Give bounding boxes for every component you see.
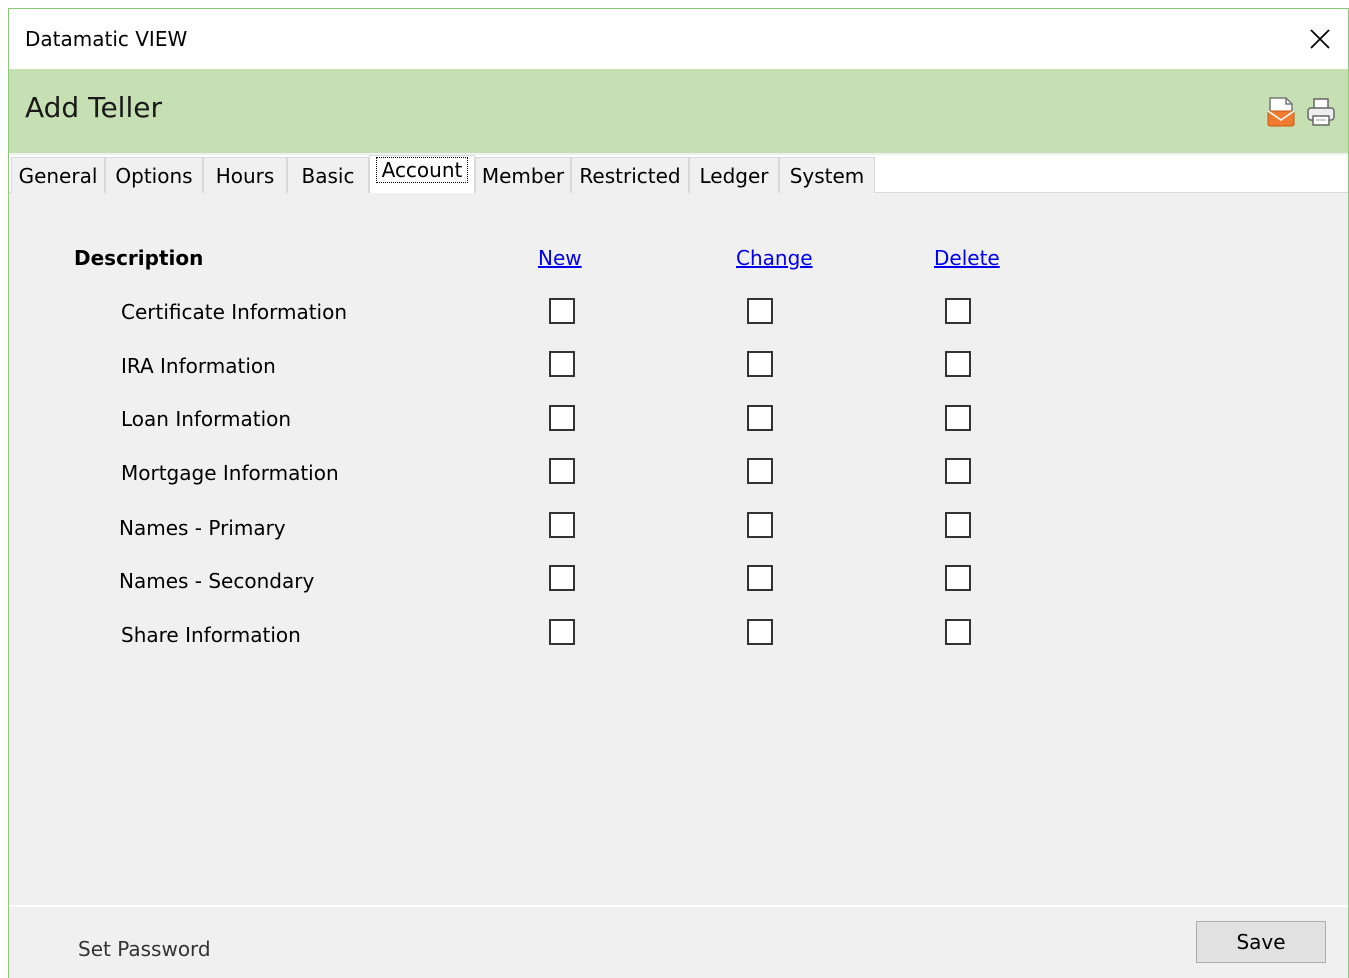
checkbox-new-certificate-information[interactable] <box>549 298 575 324</box>
checkbox-new-mortgage-information[interactable] <box>549 458 575 484</box>
new-column-link[interactable]: New <box>538 246 582 270</box>
row-label-mortgage-information: Mortgage Information <box>121 461 339 485</box>
checkbox-delete-mortgage-information[interactable] <box>945 458 971 484</box>
checkbox-delete-names-secondary[interactable] <box>945 565 971 591</box>
row-label-share-information: Share Information <box>121 623 301 647</box>
checkbox-delete-loan-information[interactable] <box>945 405 971 431</box>
tab-general[interactable]: General <box>11 157 105 193</box>
checkbox-delete-names-primary[interactable] <box>945 512 971 538</box>
checkbox-delete-share-information[interactable] <box>945 619 971 645</box>
tab-bar: General Options Hours Basic Account Memb… <box>9 155 1348 193</box>
save-button[interactable]: Save <box>1196 921 1326 963</box>
dialog-footer: Set Password Save <box>9 905 1348 978</box>
delete-column-link[interactable]: Delete <box>934 246 1000 270</box>
dialog-window: Datamatic VIEW Add Teller General Option… <box>8 8 1349 978</box>
row-label-names-primary: Names - Primary <box>119 516 286 540</box>
close-button[interactable] <box>1302 21 1338 57</box>
checkbox-delete-certificate-information[interactable] <box>945 298 971 324</box>
title-bar: Datamatic VIEW <box>9 9 1348 69</box>
checkbox-new-names-primary[interactable] <box>549 512 575 538</box>
checkbox-change-certificate-information[interactable] <box>747 298 773 324</box>
checkbox-new-share-information[interactable] <box>549 619 575 645</box>
checkbox-change-names-secondary[interactable] <box>747 565 773 591</box>
tab-options[interactable]: Options <box>105 157 203 193</box>
set-password-link[interactable]: Set Password <box>78 937 211 961</box>
row-label-ira-information: IRA Information <box>121 354 276 378</box>
tab-account[interactable]: Account <box>369 155 475 193</box>
row-label-names-secondary: Names - Secondary <box>119 569 315 593</box>
checkbox-change-mortgage-information[interactable] <box>747 458 773 484</box>
close-icon <box>1310 29 1330 49</box>
email-button[interactable] <box>1264 95 1298 129</box>
checkbox-new-ira-information[interactable] <box>549 351 575 377</box>
checkbox-change-ira-information[interactable] <box>747 351 773 377</box>
page-title: Add Teller <box>25 91 162 124</box>
page-header: Add Teller <box>9 69 1348 153</box>
tab-hours[interactable]: Hours <box>203 157 287 193</box>
description-header: Description <box>74 246 204 270</box>
account-permissions-panel: Description New Change Delete Certificat… <box>9 194 1348 904</box>
print-button[interactable] <box>1304 95 1338 129</box>
checkbox-change-share-information[interactable] <box>747 619 773 645</box>
mail-icon <box>1267 97 1295 127</box>
print-icon <box>1307 98 1335 126</box>
tab-ledger[interactable]: Ledger <box>689 157 779 193</box>
tab-restricted[interactable]: Restricted <box>571 157 689 193</box>
tab-basic[interactable]: Basic <box>287 157 369 193</box>
window-title: Datamatic VIEW <box>25 27 188 51</box>
checkbox-change-loan-information[interactable] <box>747 405 773 431</box>
row-label-loan-information: Loan Information <box>121 407 292 431</box>
checkbox-change-names-primary[interactable] <box>747 512 773 538</box>
change-column-link[interactable]: Change <box>736 246 813 270</box>
checkbox-new-names-secondary[interactable] <box>549 565 575 591</box>
tab-member[interactable]: Member <box>475 157 571 193</box>
checkbox-delete-ira-information[interactable] <box>945 351 971 377</box>
checkbox-new-loan-information[interactable] <box>549 405 575 431</box>
tab-system[interactable]: System <box>779 157 875 193</box>
tab-account-label: Account <box>375 157 469 183</box>
row-label-certificate-information: Certificate Information <box>121 300 348 324</box>
